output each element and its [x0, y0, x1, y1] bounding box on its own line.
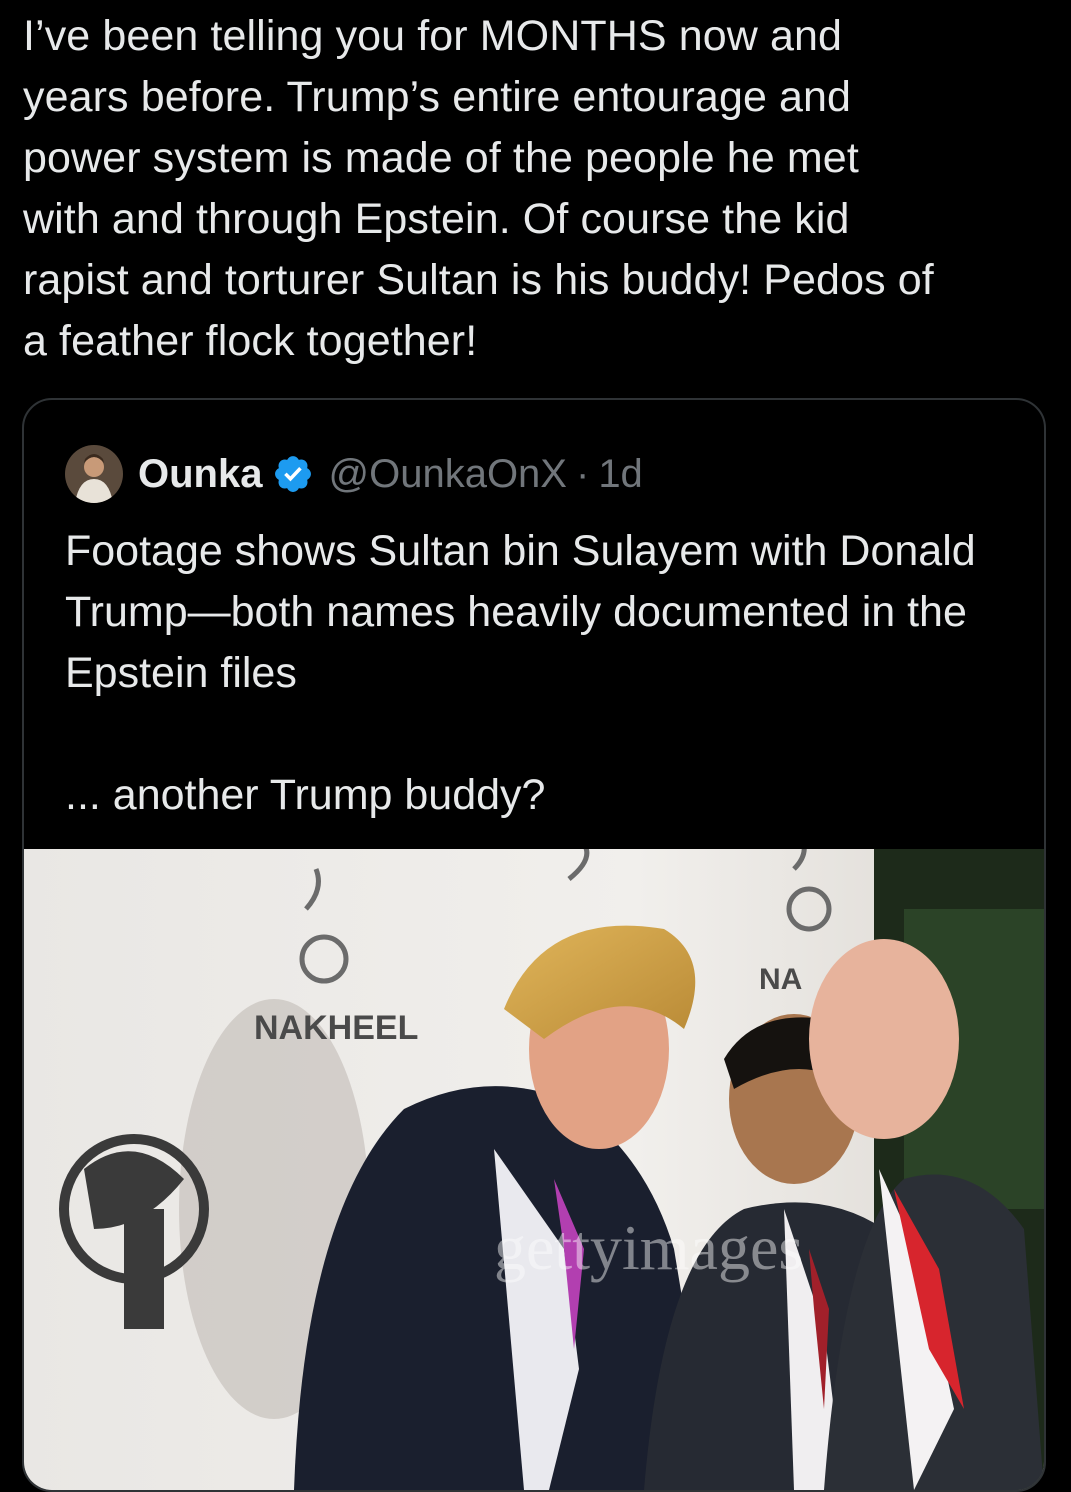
author-avatar[interactable]	[65, 445, 123, 503]
quoted-tweet-text: Footage shows Sultan bin Sulayem with Do…	[65, 521, 1015, 826]
tweet-body-text: I’ve been telling you for MONTHS now and…	[23, 12, 934, 365]
verified-badge-icon	[272, 453, 314, 495]
quoted-text-line: Footage shows Sultan bin Sulayem with Do…	[65, 527, 976, 697]
quoted-tweet-header: Ounka @OunkaOnX · 1d	[65, 444, 643, 504]
backdrop-text: NA	[759, 963, 802, 996]
post-timestamp[interactable]: 1d	[598, 452, 643, 497]
backdrop-text: NAKHEEL	[254, 1009, 418, 1047]
author-handle[interactable]: @OunkaOnX	[328, 452, 567, 497]
video-media[interactable]: NAKHEEL NA gettyimages	[24, 849, 1044, 1490]
quoted-text-line: ... another Trump buddy?	[65, 771, 546, 819]
author-name[interactable]: Ounka	[138, 452, 262, 497]
quoted-tweet-card[interactable]: Ounka @OunkaOnX · 1d Footage shows Sulta…	[22, 398, 1046, 1492]
meta-separator: ·	[575, 451, 590, 496]
getty-watermark: gettyimages	[494, 1212, 803, 1283]
